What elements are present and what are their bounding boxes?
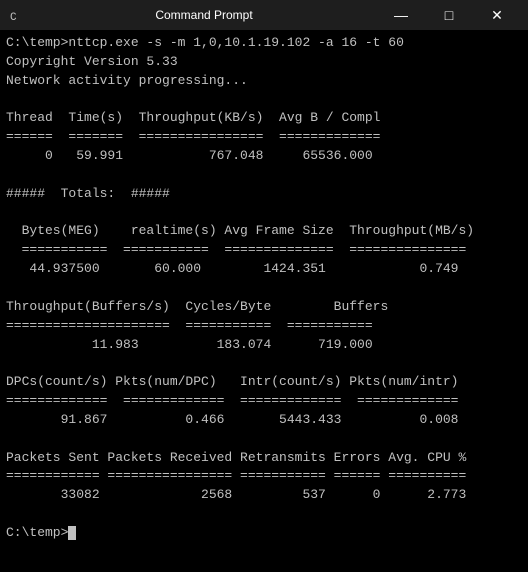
window: C Command Prompt — □ ✕ C:\temp>nttcp.exe… — [0, 0, 528, 547]
close-button[interactable]: ✕ — [474, 0, 520, 30]
maximize-button[interactable]: □ — [426, 0, 472, 30]
terminal-line: Throughput(Buffers/s) Cycles/Byte Buffer… — [6, 299, 388, 314]
window-title: Command Prompt — [30, 8, 378, 22]
terminal-line: ##### Totals: ##### — [6, 186, 170, 201]
terminal-line: C:\temp> — [6, 525, 68, 540]
terminal-line: 0 59.991 767.048 65536.000 — [6, 148, 373, 163]
app-icon: C — [8, 7, 24, 23]
svg-text:C: C — [10, 12, 17, 23]
terminal-line: Bytes(MEG) realtime(s) Avg Frame Size Th… — [6, 223, 474, 238]
terminal-output: C:\temp>nttcp.exe -s -m 1,0,10.1.19.102 … — [0, 30, 528, 547]
terminal-line: C:\temp>nttcp.exe -s -m 1,0,10.1.19.102 … — [6, 35, 404, 50]
terminal-line: DPCs(count/s) Pkts(num/DPC) Intr(count/s… — [6, 374, 458, 389]
cursor — [68, 526, 76, 540]
title-bar: C Command Prompt — □ ✕ — [0, 0, 528, 30]
terminal-line: Packets Sent Packets Received Retransmit… — [6, 450, 466, 465]
terminal-line: ====== ======= ================ ========… — [6, 129, 380, 144]
terminal-line: 11.983 183.074 719.000 — [6, 337, 373, 352]
terminal-line: 91.867 0.466 5443.433 0.008 — [6, 412, 458, 427]
terminal-line: 44.937500 60.000 1424.351 0.749 — [6, 261, 458, 276]
terminal-line: 33082 2568 537 0 2.773 — [6, 487, 466, 502]
minimize-button[interactable]: — — [378, 0, 424, 30]
terminal-line: Thread Time(s) Throughput(KB/s) Avg B / … — [6, 110, 380, 125]
terminal-line: Network activity progressing... — [6, 73, 248, 88]
terminal-line: ===================== =========== ======… — [6, 318, 373, 333]
terminal-line: Copyright Version 5.33 — [6, 54, 178, 69]
terminal-line: =========== =========== ============== =… — [6, 242, 466, 257]
terminal-line: ============ ================ ==========… — [6, 468, 466, 483]
window-controls: — □ ✕ — [378, 0, 520, 30]
terminal-line: ============= ============= ============… — [6, 393, 458, 408]
